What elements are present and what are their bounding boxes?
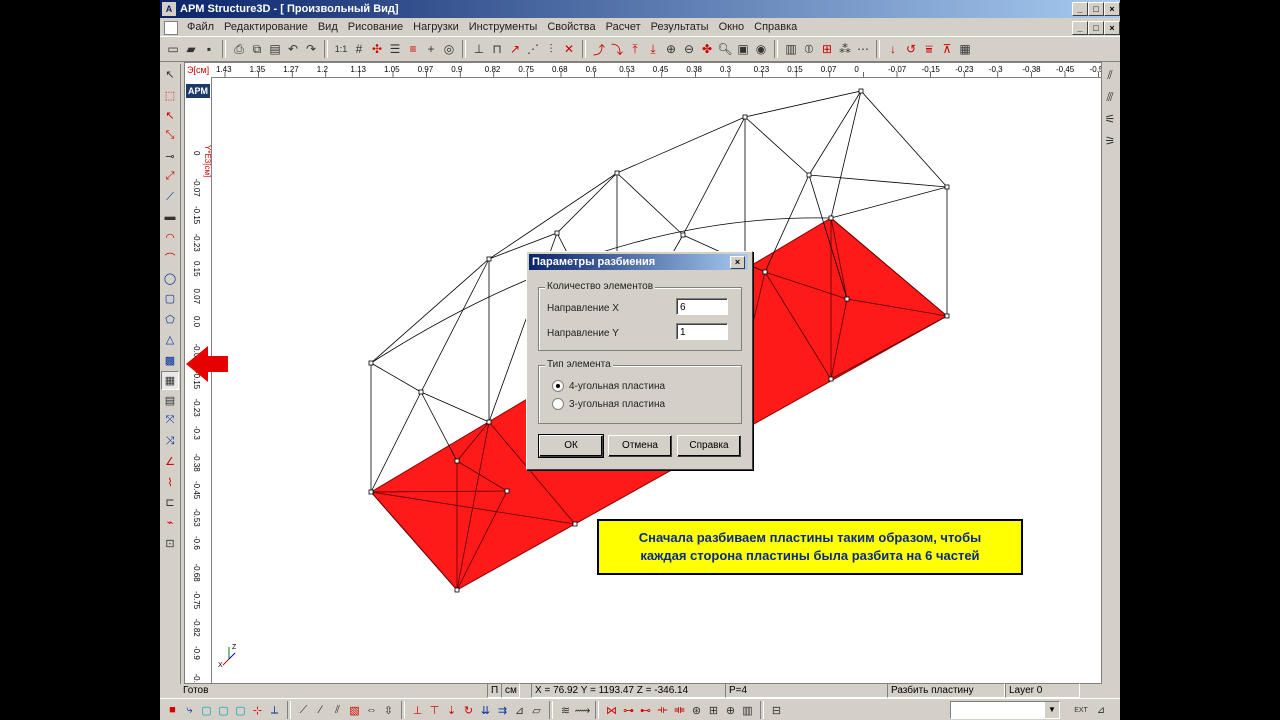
pointer-arrow-icon (186, 346, 228, 382)
overlay (186, 346, 228, 382)
